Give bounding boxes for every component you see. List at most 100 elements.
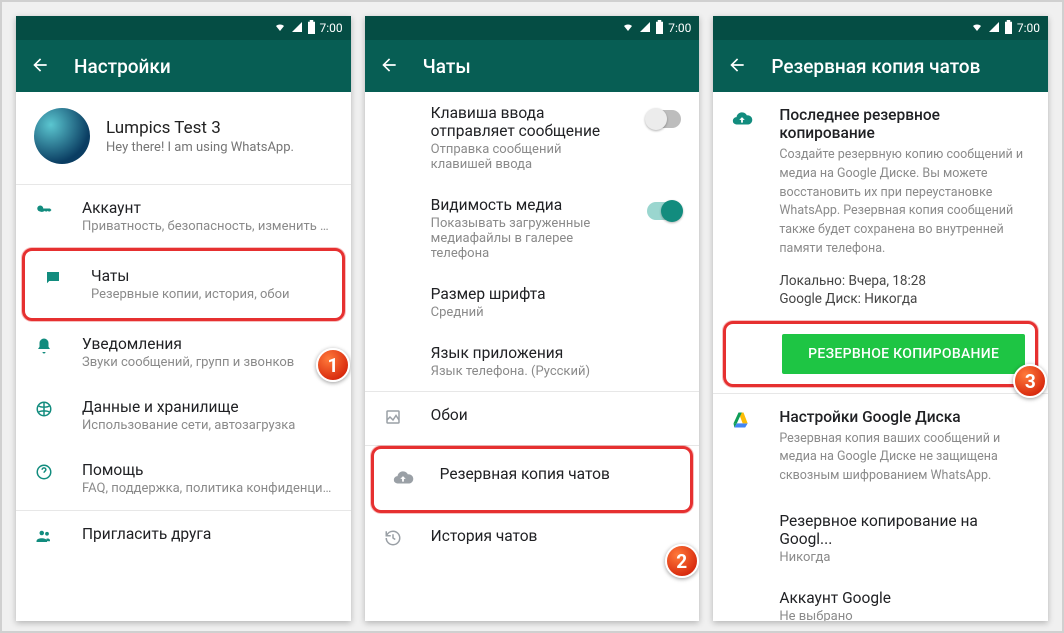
setting-backup-frequency[interactable]: Резервное копирование на Googl... Никогд… bbox=[713, 500, 1048, 577]
item-sub: Звуки сообщений, групп и звонков bbox=[82, 355, 333, 370]
data-icon bbox=[34, 400, 56, 423]
back-icon[interactable] bbox=[379, 55, 399, 78]
highlight-backup-button: РЕЗЕРВНОЕ КОПИРОВАНИЕ bbox=[723, 321, 1038, 387]
status-bar: 7:00 bbox=[365, 16, 700, 40]
section-heading: Настройки Google Диска bbox=[779, 408, 1030, 426]
item-title: Обои bbox=[431, 406, 682, 424]
setting-font-size[interactable]: Размер шрифта Средний bbox=[365, 273, 700, 332]
clock: 7:00 bbox=[668, 21, 691, 35]
item-sub: Язык телефона. (Русский) bbox=[431, 364, 682, 379]
screen-settings: 7:00 Настройки Lumpics Test 3 Hey there!… bbox=[16, 16, 351, 621]
clock: 7:00 bbox=[320, 21, 343, 35]
gdrive-settings-block: Настройки Google Диска Резервная копия в… bbox=[713, 394, 1048, 500]
wifi-icon bbox=[273, 21, 287, 36]
item-title: Аккаунт Google bbox=[779, 589, 1030, 607]
back-icon[interactable] bbox=[30, 55, 50, 78]
step-badge-1: 1 bbox=[316, 348, 350, 382]
screen-title: Настройки bbox=[74, 55, 171, 78]
backup-content: Последнее резервное копирование Создайте… bbox=[713, 92, 1048, 621]
item-sub: Показывать загруженные медиафайлы в гале… bbox=[431, 216, 622, 261]
cloud-upload-icon bbox=[731, 108, 753, 135]
section-heading: Последнее резервное копирование bbox=[779, 106, 1030, 142]
item-title: Резервная копия чатов bbox=[440, 465, 673, 483]
people-icon bbox=[34, 527, 56, 550]
profile-name: Lumpics Test 3 bbox=[106, 118, 294, 138]
signal-icon bbox=[639, 21, 651, 36]
wifi-icon bbox=[970, 21, 984, 36]
screen-title: Чаты bbox=[423, 55, 471, 78]
item-title: Аккаунт bbox=[82, 199, 333, 217]
status-bar: 7:00 bbox=[713, 16, 1048, 40]
setting-enter-sends[interactable]: Клавиша ввода отправляет сообщение Отпра… bbox=[365, 92, 700, 184]
settings-item-invite[interactable]: Пригласить друга bbox=[16, 511, 351, 564]
settings-item-account[interactable]: Аккаунт Приватность, безопасность, измен… bbox=[16, 185, 351, 248]
settings-item-data[interactable]: Данные и хранилище Использование сети, а… bbox=[16, 384, 351, 447]
setting-media-visibility[interactable]: Видимость медиа Показывать загруженные м… bbox=[365, 184, 700, 273]
highlight-chats: Чаты Резервные копии, история, обои bbox=[22, 248, 345, 321]
profile-row[interactable]: Lumpics Test 3 Hey there! I am using Wha… bbox=[16, 92, 351, 184]
cloud-upload-icon bbox=[392, 467, 414, 494]
setting-chat-backup[interactable]: Резервная копия чатов bbox=[374, 451, 691, 508]
toggle-enter-sends[interactable] bbox=[647, 110, 681, 128]
key-icon bbox=[34, 201, 56, 224]
wifi-icon bbox=[621, 21, 635, 36]
signal-icon bbox=[988, 21, 1000, 36]
item-sub: Резервные копии, история, обои bbox=[91, 287, 324, 302]
settings-item-chats[interactable]: Чаты Резервные копии, история, обои bbox=[25, 253, 342, 316]
signal-icon bbox=[291, 21, 303, 36]
item-sub: Средний bbox=[431, 305, 682, 320]
battery-icon bbox=[655, 20, 664, 37]
setting-chat-history[interactable]: История чатов bbox=[365, 513, 700, 566]
item-sub: Использование сети, автозагрузка bbox=[82, 418, 333, 433]
section-description: Создайте резервную копию сообщений и мед… bbox=[779, 146, 1030, 259]
google-drive-icon bbox=[731, 410, 753, 435]
status-bar: 7:00 bbox=[16, 16, 351, 40]
app-bar: Настройки bbox=[16, 40, 351, 92]
section-description: Резервная копия ваших сообщений и медиа … bbox=[779, 430, 1030, 486]
avatar bbox=[34, 108, 90, 164]
screen-chats: 7:00 Чаты Клавиша ввода отправляет сообщ… bbox=[365, 16, 700, 621]
clock: 7:00 bbox=[1017, 21, 1040, 35]
highlight-backup: Резервная копия чатов bbox=[371, 446, 694, 513]
item-title: История чатов bbox=[431, 527, 682, 545]
last-backup-block: Последнее резервное копирование Создайте… bbox=[713, 92, 1048, 321]
wallpaper-icon bbox=[383, 408, 405, 431]
backup-now-button[interactable]: РЕЗЕРВНОЕ КОПИРОВАНИЕ bbox=[782, 334, 1025, 374]
toggle-media-visibility[interactable] bbox=[647, 202, 681, 220]
history-icon bbox=[383, 529, 405, 552]
settings-list: Lumpics Test 3 Hey there! I am using Wha… bbox=[16, 92, 351, 621]
local-backup-line: Локально: Вчера, 18:28 bbox=[779, 273, 1030, 289]
settings-item-notifications[interactable]: Уведомления Звуки сообщений, групп и зво… bbox=[16, 321, 351, 384]
back-icon[interactable] bbox=[727, 55, 747, 78]
profile-status: Hey there! I am using WhatsApp. bbox=[106, 140, 294, 155]
help-icon bbox=[34, 463, 56, 486]
chats-settings-list: Клавиша ввода отправляет сообщение Отпра… bbox=[365, 92, 700, 621]
battery-icon bbox=[1004, 20, 1013, 37]
step-badge-2: 2 bbox=[665, 544, 699, 578]
item-title: Чаты bbox=[91, 267, 324, 285]
app-bar: Чаты bbox=[365, 40, 700, 92]
app-bar: Резервная копия чатов bbox=[713, 40, 1048, 92]
screen-title: Резервная копия чатов bbox=[771, 55, 980, 78]
item-title: Резервное копирование на Googl... bbox=[779, 512, 1030, 548]
item-title: Помощь bbox=[82, 461, 333, 479]
item-sub: Отправка сообщений клавишей ввода bbox=[431, 142, 622, 172]
setting-app-language[interactable]: Язык приложения Язык телефона. (Русский) bbox=[365, 332, 700, 391]
bell-icon bbox=[34, 337, 56, 360]
item-title: Размер шрифта bbox=[431, 285, 682, 303]
item-sub: FAQ, поддержка, политика конфиденциал... bbox=[82, 481, 333, 496]
settings-item-help[interactable]: Помощь FAQ, поддержка, политика конфиден… bbox=[16, 447, 351, 510]
item-title: Видимость медиа bbox=[431, 196, 622, 214]
setting-google-account[interactable]: Аккаунт Google Не выбрано bbox=[713, 577, 1048, 621]
battery-icon bbox=[307, 20, 316, 37]
gdrive-backup-line: Google Диск: Никогда bbox=[779, 291, 1030, 307]
item-sub: Не выбрано bbox=[779, 609, 1030, 621]
chat-icon bbox=[43, 269, 65, 292]
item-title: Уведомления bbox=[82, 335, 333, 353]
item-sub: Никогда bbox=[779, 550, 1030, 565]
item-title: Данные и хранилище bbox=[82, 398, 333, 416]
item-sub: Приватность, безопасность, изменить но..… bbox=[82, 219, 333, 234]
item-title: Клавиша ввода отправляет сообщение bbox=[431, 104, 622, 140]
item-title: Язык приложения bbox=[431, 344, 682, 362]
setting-wallpaper[interactable]: Обои bbox=[365, 392, 700, 445]
